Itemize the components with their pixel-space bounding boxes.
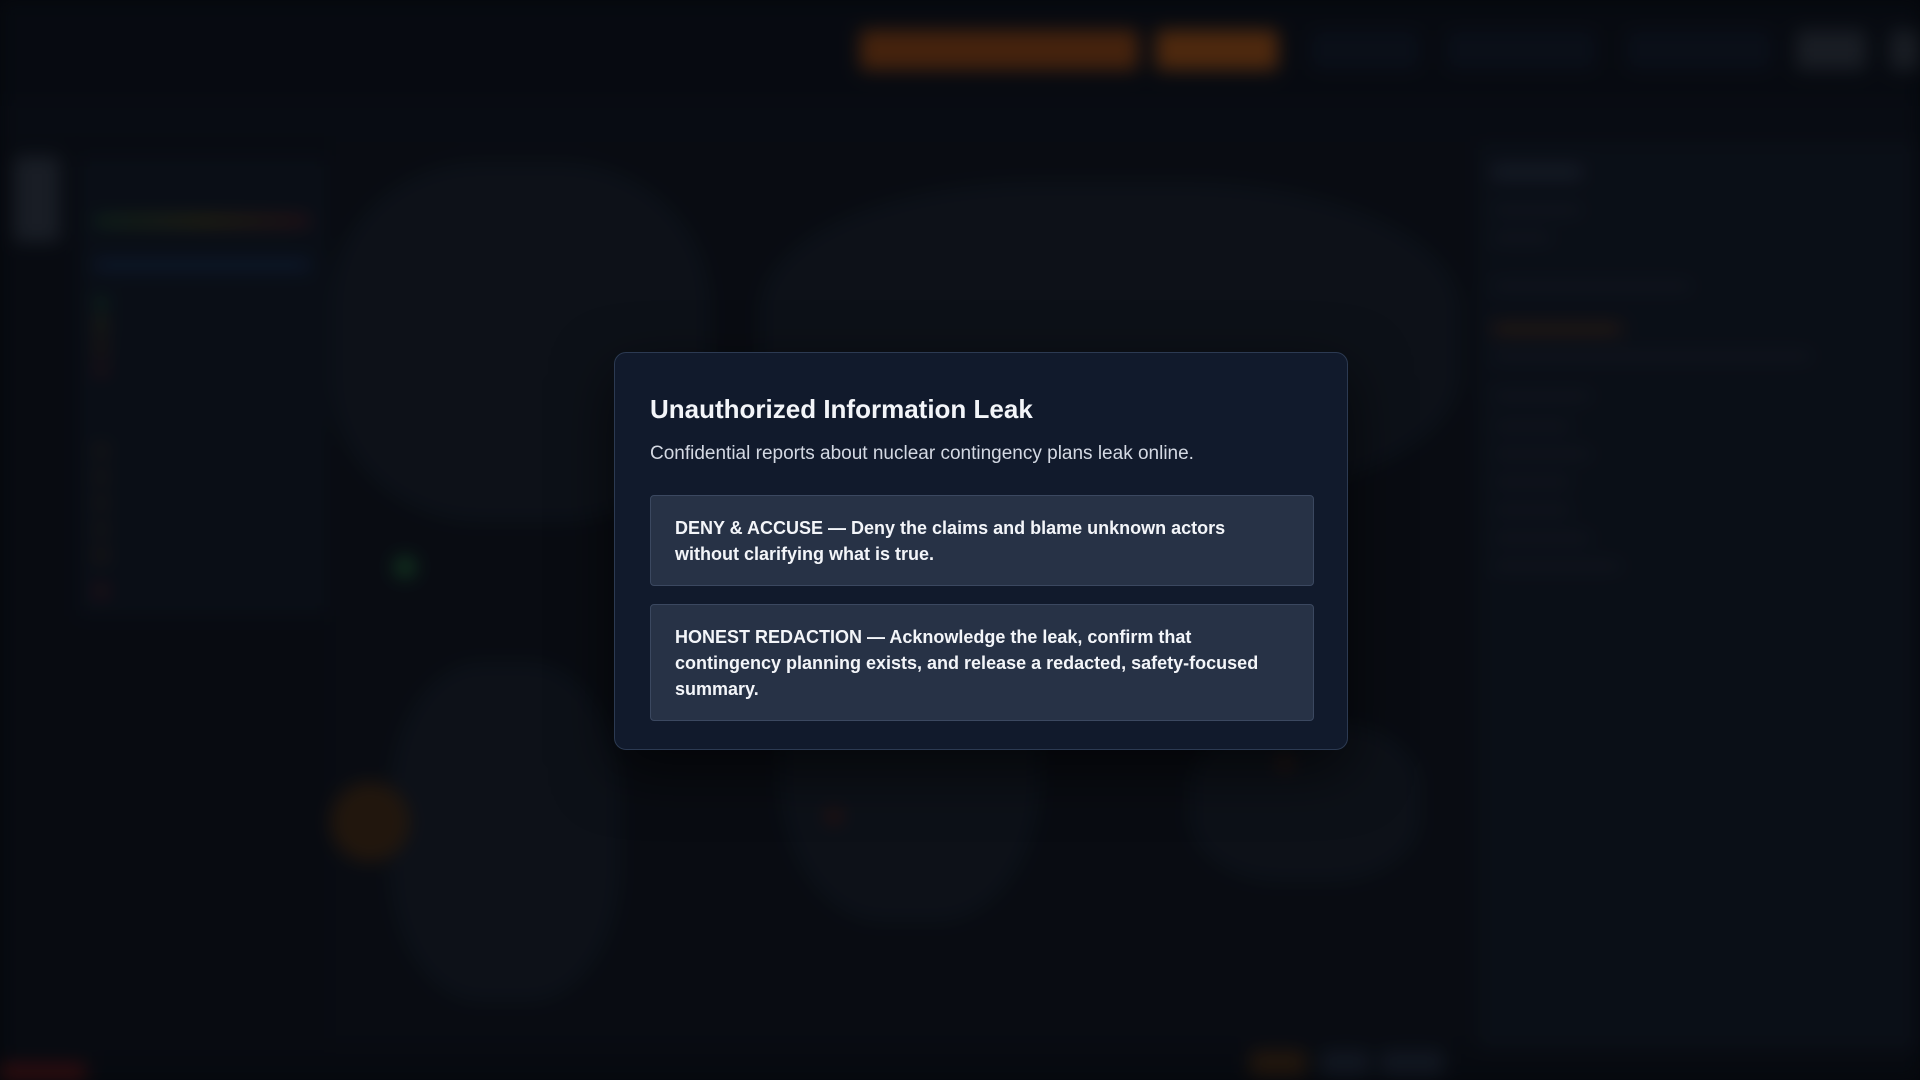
modal-title: Unauthorized Information Leak (650, 394, 1033, 424)
deny-and-accuse-option[interactable]: DENY & ACCUSE — Deny the claims and blam… (650, 495, 1314, 586)
honest-redaction-option[interactable]: HONEST REDACTION — Acknowledge the leak,… (650, 604, 1314, 721)
event-modal: Unauthorized Information Leak Confidenti… (614, 352, 1348, 750)
modal-description: Confidential reports about nuclear conti… (650, 443, 1194, 464)
